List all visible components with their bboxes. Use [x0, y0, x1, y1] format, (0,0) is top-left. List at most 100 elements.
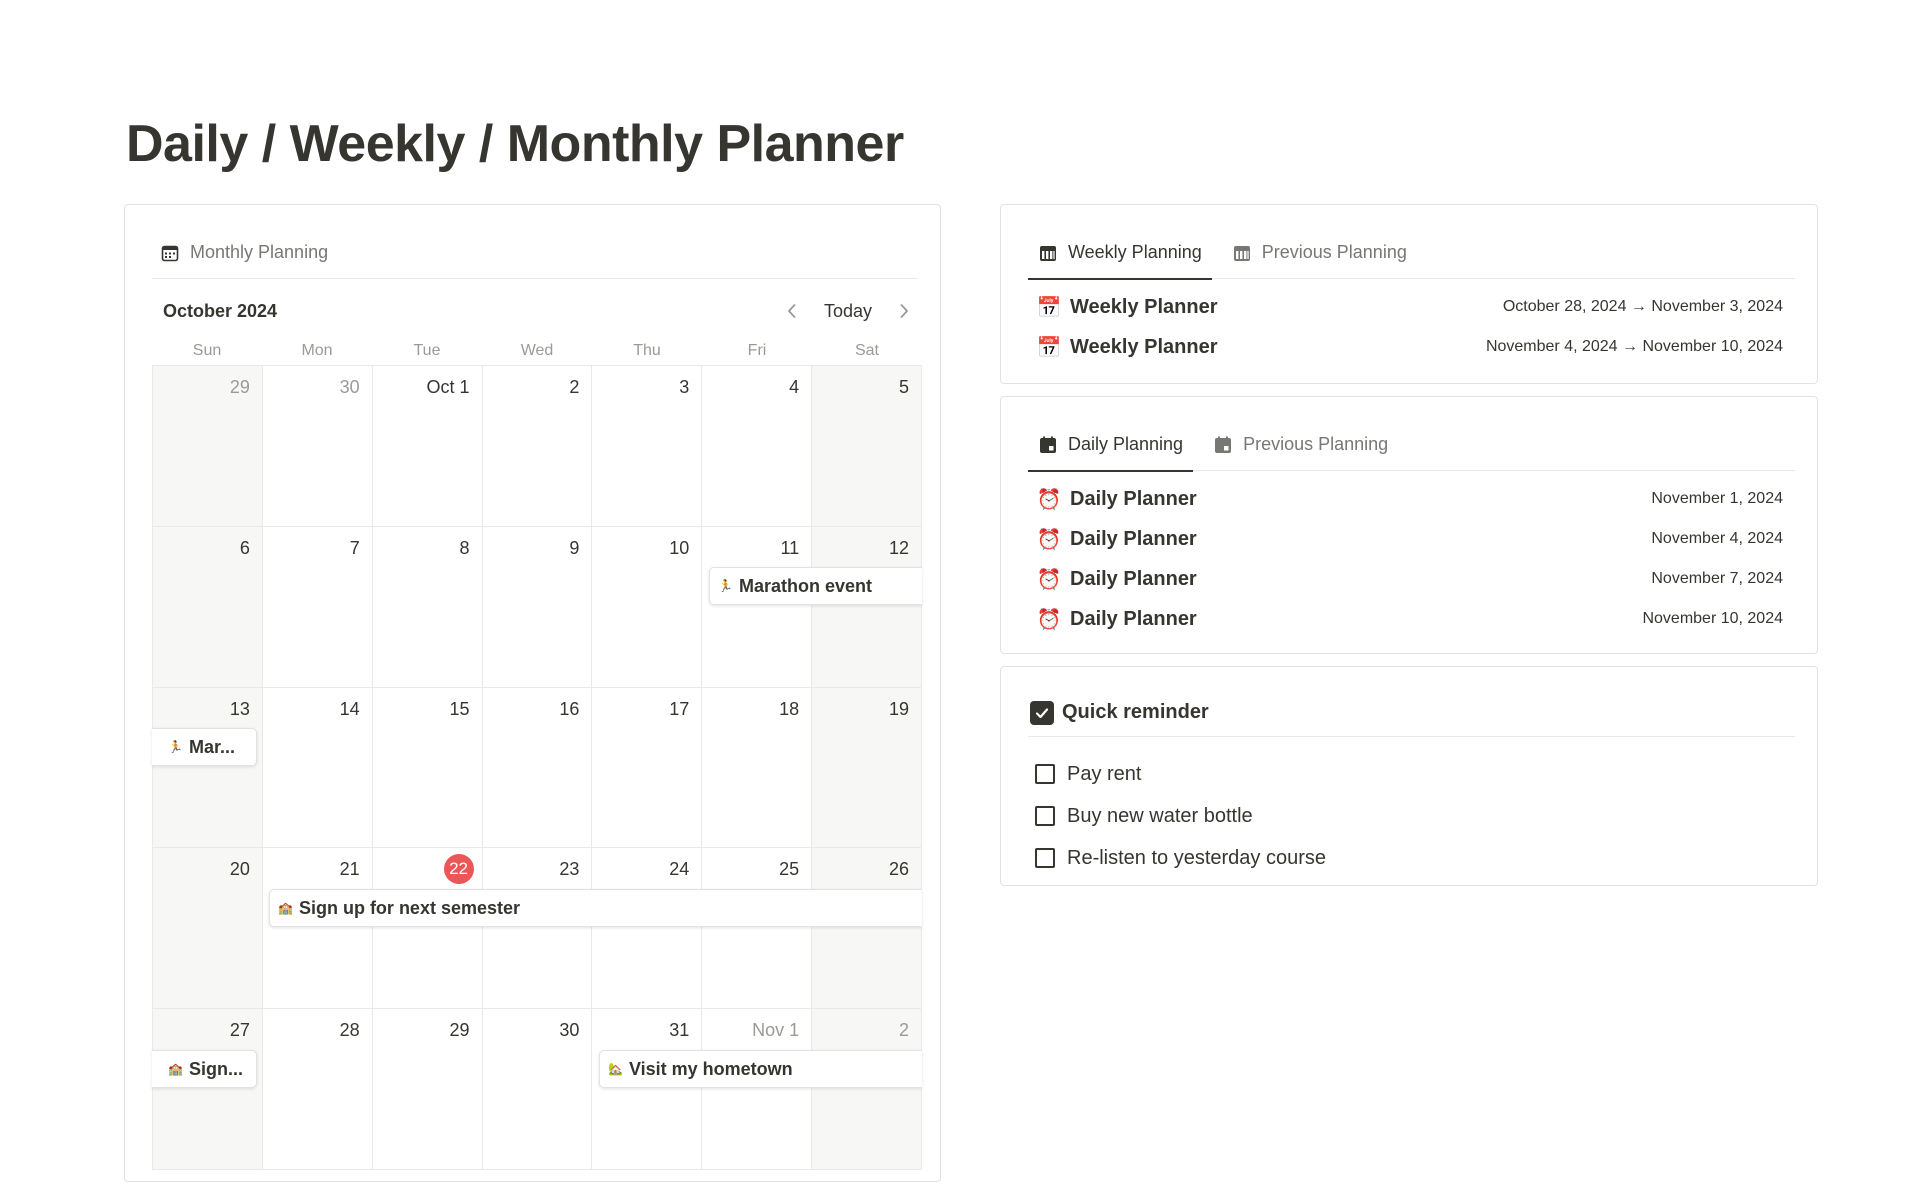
- daily-planner-row[interactable]: ⏰ Daily Planner November 7, 2024: [1028, 559, 1795, 599]
- todo-text[interactable]: Buy new water bottle: [1067, 805, 1253, 828]
- calendar-day-cell[interactable]: 30: [482, 1009, 593, 1170]
- calendar-week-icon: [1232, 243, 1252, 263]
- calendar-day-cell[interactable]: 27: [153, 1009, 263, 1170]
- tab-monthly-planning[interactable]: Monthly Planning: [152, 227, 338, 279]
- weekly-planner-row[interactable]: 📅 Weekly Planner November 4, 2024 → Novemb…: [1028, 327, 1795, 367]
- planner-date: October 28, 2024 → November 3, 2024: [1502, 298, 1783, 315]
- tab-daily-planning[interactable]: Daily Planning: [1028, 419, 1194, 472]
- todo-checkbox[interactable]: [1035, 764, 1055, 784]
- calendar-day-cell[interactable]: 7: [262, 526, 373, 688]
- calendar-day-cell[interactable]: 15: [372, 687, 483, 849]
- calendar-event[interactable]: 🏃 Marathon event: [709, 567, 922, 605]
- calendar-day-cell[interactable]: Nov 1: [702, 1009, 813, 1170]
- tab-previous-weekly-planning[interactable]: Previous Planning: [1222, 227, 1417, 279]
- todo-text[interactable]: Pay rent: [1067, 763, 1141, 786]
- monthly-planning-card: Monthly Planning October 2024 Today Sun M…: [124, 204, 941, 1182]
- day-number: 8: [459, 537, 470, 558]
- calendar-day-cell[interactable]: 6: [153, 526, 263, 688]
- day-number: 7: [349, 537, 360, 558]
- todo-checkbox[interactable]: [1035, 806, 1055, 826]
- todo-item: Pay rent: [1035, 753, 1795, 795]
- calendar-emoji-icon: 📅: [1036, 296, 1062, 319]
- weekly-planner-row[interactable]: 📅 Weekly Planner October 28, 2024 → Novemb…: [1028, 287, 1795, 327]
- todo-checkbox[interactable]: [1035, 848, 1055, 868]
- alarm-clock-icon: ⏰: [1036, 568, 1062, 591]
- calendar-day-cell[interactable]: 30: [262, 366, 373, 527]
- day-number: 27: [229, 1020, 250, 1041]
- weekly-planning-card: Weekly Planning Previous Planning 📅 Weekl…: [1000, 204, 1818, 384]
- weekday-label: Mon: [301, 342, 333, 359]
- calendar-icon: [160, 243, 180, 263]
- today-button[interactable]: Today: [820, 299, 876, 324]
- calendar-day-cell[interactable]: 11: [702, 526, 813, 688]
- calendar-day-cell[interactable]: 23: [482, 848, 593, 1010]
- calendar-day-cell[interactable]: 18: [702, 687, 813, 849]
- calendar-day-cell[interactable]: 20: [153, 848, 263, 1010]
- next-month-button[interactable]: [890, 297, 918, 325]
- day-number: 29: [229, 377, 250, 397]
- calendar-day-cell[interactable]: 24: [592, 848, 703, 1010]
- planner-title: Daily Planner: [1070, 607, 1197, 630]
- planner-date: November 10, 2024: [1642, 610, 1783, 627]
- calendar-day-cell[interactable]: 2: [812, 1009, 922, 1170]
- daily-planner-row[interactable]: ⏰ Daily Planner November 1, 2024: [1028, 479, 1795, 519]
- planner-date: November 7, 2024: [1651, 570, 1783, 587]
- day-number: 30: [559, 1020, 580, 1041]
- weekday-label: Thu: [633, 342, 661, 359]
- daily-planner-row[interactable]: ⏰ Daily Planner November 10, 2024: [1028, 599, 1795, 639]
- calendar-event[interactable]: 🏡 Visit my hometown: [599, 1050, 922, 1088]
- calendar-event[interactable]: 🏫 Sign up for next semester: [269, 889, 922, 927]
- day-number: 12: [888, 537, 909, 558]
- previous-month-button[interactable]: [778, 297, 806, 325]
- reminder-todo-list: Pay rent Buy new water bottle Re-listen to…: [1035, 753, 1795, 879]
- tab-weekly-planning[interactable]: Weekly Planning: [1028, 227, 1212, 280]
- calendar-day-cell[interactable]: 25: [702, 848, 813, 1010]
- day-number: 20: [229, 859, 250, 880]
- daily-planner-list: ⏰ Daily Planner November 1, 2024 ⏰ Daily Pla…: [1028, 479, 1795, 639]
- alarm-clock-icon: ⏰: [1036, 488, 1062, 511]
- page-title: Daily / Weekly / Monthly Planner: [126, 115, 904, 173]
- day-number: Oct 1: [426, 377, 470, 397]
- calendar-day-cell[interactable]: 28: [262, 1009, 373, 1170]
- calendar-day-cell[interactable]: 19: [812, 687, 922, 849]
- calendar-day-cell[interactable]: 2: [482, 366, 593, 527]
- calendar-day-cell[interactable]: 31: [592, 1009, 703, 1170]
- calendar-day-cell[interactable]: 21: [262, 848, 373, 1010]
- event-emoji-icon: 🏫: [168, 1062, 183, 1076]
- weekly-planner-list: 📅 Weekly Planner October 28, 2024 → Novemb…: [1028, 287, 1795, 367]
- calendar-day-cell[interactable]: 13: [153, 687, 263, 849]
- calendar-day-cell[interactable]: 26: [812, 848, 922, 1010]
- quick-reminder-card: Quick reminder Pay rent Buy new water bot…: [1000, 666, 1818, 886]
- tab-previous-daily-planning[interactable]: Previous Planning: [1203, 419, 1398, 471]
- calendar-emoji-icon: 📅: [1036, 336, 1062, 359]
- alarm-clock-icon: ⏰: [1036, 608, 1062, 631]
- calendar-day-cell[interactable]: 16: [482, 687, 593, 849]
- day-number: 9: [569, 537, 580, 558]
- weekday-header-row: Sun Mon Tue Wed Thu Fri Sat: [152, 333, 922, 369]
- calendar-day-cell[interactable]: 8: [372, 526, 483, 688]
- calendar-event[interactable]: 🏃 Mar...: [152, 728, 257, 766]
- calendar-event[interactable]: 🏫 Sign...: [152, 1050, 257, 1088]
- calendar-day-cell[interactable]: 9: [482, 526, 593, 688]
- calendar-day-cell[interactable]: 22: [372, 848, 483, 1010]
- checkbox-checked-icon: [1030, 700, 1054, 725]
- calendar-day-cell[interactable]: 4: [702, 366, 813, 527]
- calendar-day-cell[interactable]: 12: [812, 526, 922, 688]
- calendar-day-cell[interactable]: 17: [592, 687, 703, 849]
- day-number: 21: [339, 859, 360, 880]
- planner-date: November 1, 2024: [1651, 490, 1783, 507]
- calendar-day-cell[interactable]: 10: [592, 526, 703, 688]
- event-emoji-icon: 🏡: [608, 1062, 623, 1076]
- chevron-right-icon: [900, 304, 908, 318]
- calendar-day-cell[interactable]: 29: [372, 1009, 483, 1170]
- calendar-day-cell[interactable]: 5: [812, 366, 922, 527]
- todo-item: Re-listen to yesterday course: [1035, 837, 1795, 879]
- daily-planner-row[interactable]: ⏰ Daily Planner November 4, 2024: [1028, 519, 1795, 559]
- calendar-day-cell[interactable]: 14: [262, 687, 373, 849]
- day-number: 31: [669, 1020, 690, 1041]
- calendar-day-cell[interactable]: 3: [592, 366, 703, 527]
- calendar-day-cell[interactable]: Oct 1: [372, 366, 483, 527]
- todo-text[interactable]: Re-listen to yesterday course: [1067, 847, 1326, 870]
- calendar-month-label: October 2024: [163, 300, 278, 321]
- calendar-day-cell[interactable]: 29: [153, 366, 263, 527]
